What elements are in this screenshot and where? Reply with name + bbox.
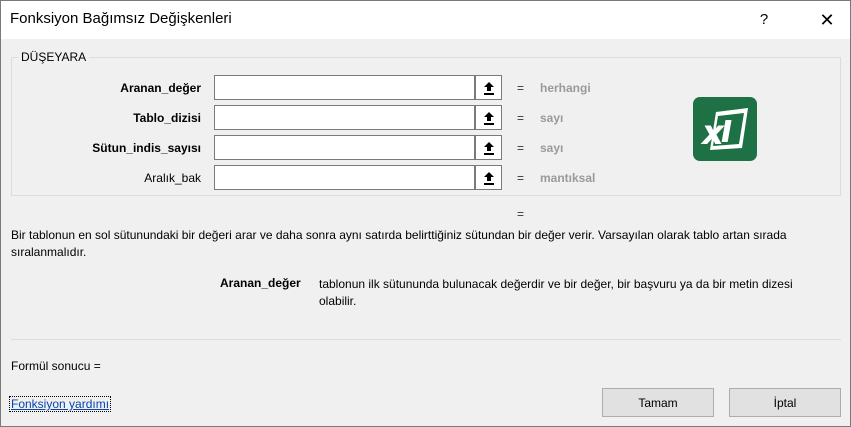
formula-result: Formül sonucu = [11,359,101,373]
upload-arrow-icon [483,171,494,185]
ok-button[interactable]: Tamam [602,388,714,417]
equals-sign: = [517,141,525,155]
close-button[interactable]: ✕ [804,1,850,39]
arg-type-aranan-deger: herhangi [540,81,591,95]
arg-type-tablo-dizisi: sayı [540,111,564,125]
equals-sign: = [517,81,525,95]
argument-help-text: tablonun ilk sütununda bulunacak değerdi… [319,277,793,308]
dialog-title: Fonksiyon Bağımsız Değişkenleri [10,10,232,27]
argument-help-name: Aranan_değer [220,276,301,290]
function-name: DÜŞEYARA [18,50,90,64]
help-button[interactable]: ? [744,1,784,39]
arg-label-tablo-dizisi: Tablo_dizisi [133,111,201,125]
upload-arrow-icon [483,111,494,125]
separator [11,339,841,340]
function-help-link[interactable]: Fonksiyon yardımı [9,396,112,412]
equals-sign: = [517,171,525,185]
arg-label-sutun-indis-sayisi: Sütun_indis_sayısı [92,141,201,155]
collapse-button-tablo-dizisi[interactable] [475,105,502,130]
collapse-button-sutun-indis-sayisi[interactable] [475,135,502,160]
arg-input-tablo-dizisi[interactable] [214,105,475,130]
arg-type-aralik-bak: mantıksal [540,171,596,185]
excel-logo-icon: x [693,97,757,161]
cancel-button[interactable]: İptal [729,388,841,417]
upload-arrow-icon [483,81,494,95]
equals-sign: = [517,111,525,125]
title-bar: Fonksiyon Bağımsız Değişkenleri ? ✕ [1,1,850,39]
function-result-equals: = [517,207,525,221]
arg-label-aralik-bak: Aralık_bak [144,171,201,185]
arg-input-aranan-deger[interactable] [214,75,475,100]
arg-type-sutun-indis-sayisi: sayı [540,141,564,155]
collapse-button-aranan-deger[interactable] [475,75,502,100]
arg-label-aranan-deger: Aranan_değer [120,81,201,95]
function-description: Bir tablonun en sol sütunundaki bir değe… [11,228,787,259]
arg-input-aralik-bak[interactable] [214,165,475,190]
arg-input-sutun-indis-sayisi[interactable] [214,135,475,160]
dialog-window: Fonksiyon Bağımsız Değişkenleri ? ✕ DÜŞE… [0,0,851,427]
upload-arrow-icon [483,141,494,155]
svg-text:x: x [700,113,725,152]
collapse-button-aralik-bak[interactable] [475,165,502,190]
